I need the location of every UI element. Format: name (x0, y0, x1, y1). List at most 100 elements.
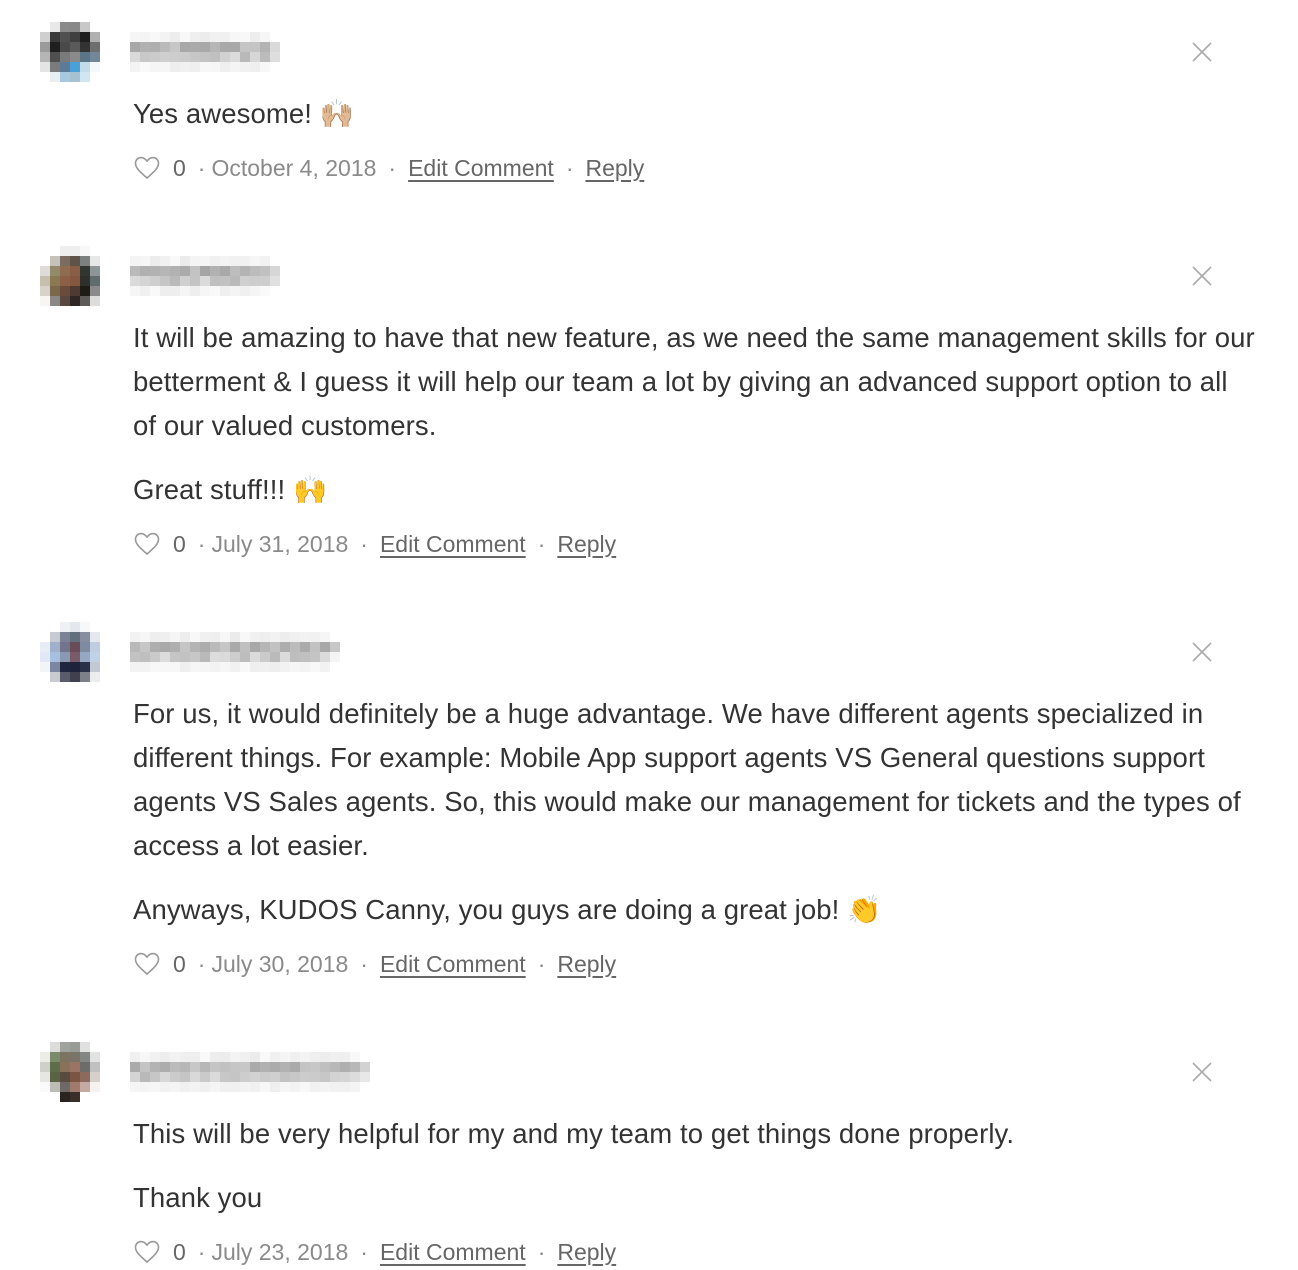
name-blur-pixel (190, 286, 200, 296)
avatar-pixel (50, 1082, 60, 1092)
comment-body: This will be very helpful for my and my … (133, 1112, 1258, 1220)
avatar-pixel (50, 286, 60, 296)
name-blur-pixel (290, 1062, 300, 1072)
avatar-pixel (60, 1072, 70, 1082)
avatar-pixel (90, 662, 100, 672)
name-blur-pixel (220, 52, 230, 62)
avatar-pixel (40, 632, 50, 642)
avatar-pixel (80, 622, 90, 632)
edit-comment-link[interactable]: Edit Comment (408, 155, 554, 182)
name-blur-pixel (300, 662, 310, 672)
close-comment-button[interactable] (1186, 36, 1218, 68)
avatar-pixel (60, 62, 70, 72)
comment-paragraph: This will be very helpful for my and my … (133, 1118, 1015, 1149)
separator-dot: · (537, 530, 546, 557)
name-blur-pixel (170, 286, 180, 296)
like-button[interactable] (133, 530, 161, 558)
like-button[interactable] (133, 154, 161, 182)
name-blur-pixel (170, 642, 180, 652)
name-blur-pixel (330, 642, 340, 652)
name-blur-pixel (260, 1062, 270, 1072)
name-blur-pixel (240, 286, 250, 296)
edit-comment-link[interactable]: Edit Comment (380, 951, 526, 978)
name-blur-pixel (130, 1062, 140, 1072)
close-comment-button[interactable] (1186, 636, 1218, 668)
name-blur-pixel (140, 1072, 150, 1082)
avatar[interactable] (40, 246, 100, 306)
author-name-blurred[interactable] (130, 632, 340, 672)
avatar-pixel (90, 52, 100, 62)
name-blur-pixel (140, 52, 150, 62)
like-button[interactable] (133, 1238, 161, 1266)
name-blur-pixel (180, 1072, 190, 1082)
name-blur-pixel (180, 1062, 190, 1072)
avatar-pixel (70, 62, 80, 72)
avatar-pixel (80, 52, 90, 62)
name-blur-pixel (170, 1082, 180, 1092)
avatar[interactable] (40, 622, 100, 682)
author-name-blurred[interactable] (130, 1052, 370, 1092)
close-x-icon (1192, 266, 1212, 286)
name-blur-pixel (130, 266, 140, 276)
name-blur-pixel (180, 266, 190, 276)
name-blur-pixel (170, 32, 180, 42)
avatar[interactable] (40, 1042, 100, 1102)
name-blur-pixel (130, 62, 140, 72)
name-blur-pixel (290, 1072, 300, 1082)
name-blur-pixel (260, 1052, 270, 1062)
author-name-blurred[interactable] (130, 256, 280, 296)
avatar-pixel (80, 672, 90, 682)
name-blur-pixel (180, 642, 190, 652)
avatar-pixel (40, 296, 50, 306)
edit-comment-link[interactable]: Edit Comment (380, 531, 526, 558)
name-blur-pixel (180, 1082, 190, 1092)
name-blur-pixel (240, 266, 250, 276)
name-blur-pixel (270, 256, 280, 266)
like-button[interactable] (133, 950, 161, 978)
name-blur-pixel (300, 652, 310, 662)
close-comment-button[interactable] (1186, 1056, 1218, 1088)
name-blur-pixel (180, 32, 190, 42)
avatar-pixel (60, 32, 70, 42)
avatar-pixel (90, 286, 100, 296)
avatar[interactable] (40, 22, 100, 82)
name-blur-pixel (310, 1052, 320, 1062)
name-blur-pixel (140, 62, 150, 72)
name-blur-pixel (200, 52, 210, 62)
avatar-pixel (90, 1072, 100, 1082)
name-blur-pixel (290, 662, 300, 672)
reply-link[interactable]: Reply (557, 1239, 616, 1266)
avatar-pixel (60, 256, 70, 266)
name-blur-pixel (330, 632, 340, 642)
avatar-pixel (40, 1062, 50, 1072)
name-blur-pixel (350, 1082, 360, 1092)
comment-paragraph: It will be amazing to have that new feat… (133, 322, 1255, 441)
edit-comment-link[interactable]: Edit Comment (380, 1239, 526, 1266)
author-name-blurred[interactable] (130, 32, 280, 72)
comment-paragraph: Great stuff!!! 🙌 (133, 474, 328, 505)
name-blur-pixel (310, 1072, 320, 1082)
name-blur-pixel (200, 62, 210, 72)
name-blur-pixel (250, 256, 260, 266)
reply-link[interactable]: Reply (557, 531, 616, 558)
avatar-pixel (90, 652, 100, 662)
name-blur-pixel (170, 62, 180, 72)
name-blur-pixel (150, 1082, 160, 1092)
comment-meta: 0 · July 23, 2018 · Edit Comment · Reply (133, 1234, 1258, 1270)
name-blur-pixel (150, 1052, 160, 1062)
name-blur-pixel (300, 632, 310, 642)
avatar-pixel (70, 266, 80, 276)
reply-link[interactable]: Reply (585, 155, 644, 182)
avatar-pixel (90, 22, 100, 32)
name-blur-pixel (180, 256, 190, 266)
name-blur-row (130, 642, 340, 652)
close-comment-button[interactable] (1186, 260, 1218, 292)
name-blur-pixel (210, 286, 220, 296)
comment-header (40, 1042, 1258, 1102)
avatar-pixel (70, 256, 80, 266)
name-blur-pixel (320, 1062, 330, 1072)
name-blur-row (130, 1052, 370, 1062)
reply-link[interactable]: Reply (557, 951, 616, 978)
name-blur-pixel (280, 1052, 290, 1062)
avatar-pixel (50, 276, 60, 286)
